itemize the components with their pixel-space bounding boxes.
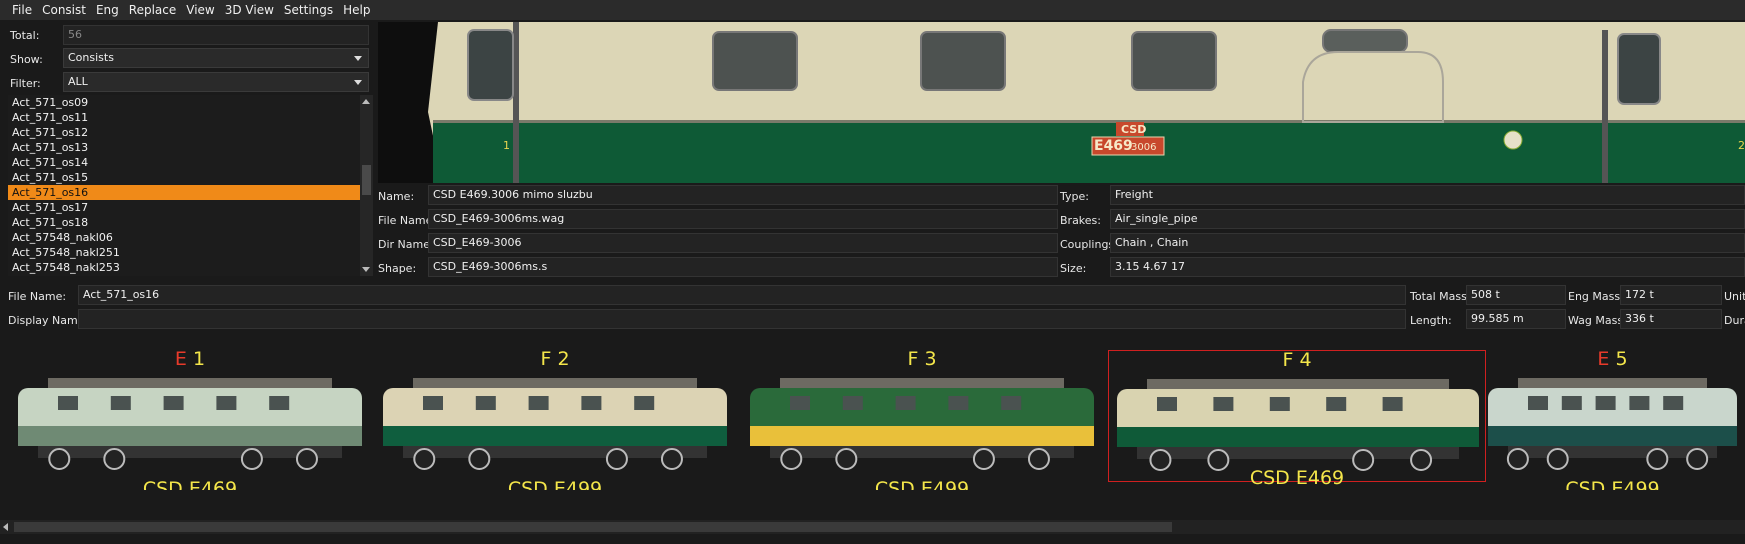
wag-mass-field: 336 t — [1620, 309, 1722, 329]
consist-unit-name: CSD E499 — [1565, 478, 1660, 490]
list-item[interactable]: Act_571_os15 — [8, 170, 365, 185]
show-dropdown-value: Consists — [68, 51, 114, 64]
consist-file-field[interactable]: Act_571_os16 — [78, 285, 1406, 305]
list-item[interactable]: Act_571_os16 — [8, 185, 365, 200]
menu-view[interactable]: View — [186, 3, 214, 17]
wagon-shape-label: Shape: — [378, 262, 417, 275]
consist-unit-code: E 1 — [10, 348, 370, 370]
wagon-3d-preview[interactable]: CSD E469 3006 1 2 — [378, 22, 1745, 183]
consist-unit-code: F 3 — [742, 348, 1102, 370]
consist-unit-prefix: E — [1597, 348, 1610, 370]
list-item[interactable]: Act_571_os11 — [8, 110, 365, 125]
wagon-size-label: Size: — [1060, 262, 1087, 275]
menu-3d-view[interactable]: 3D View — [225, 3, 274, 17]
consist-unit-prefix: E — [174, 348, 187, 370]
wagon-dir-label: Dir Name: — [378, 238, 434, 251]
preview-door-number-right: 2 — [1738, 139, 1745, 152]
consist-unit-code: F 4 — [1109, 349, 1485, 371]
locomotive-preview-graphic — [378, 22, 1745, 183]
consist-unit-name: CSD E499 — [874, 478, 970, 490]
consist-unit-number: 5 — [1615, 348, 1628, 370]
consist-strip-scrollbar[interactable] — [0, 520, 1745, 534]
scroll-up-icon[interactable] — [362, 99, 370, 104]
menu-file[interactable]: File — [12, 3, 32, 17]
consist-unit-prefix: F — [907, 348, 919, 370]
wagon-type-field: Freight — [1110, 185, 1745, 205]
total-label: Total: — [10, 29, 40, 42]
consist-unit-prefix: F — [540, 348, 552, 370]
list-item[interactable]: Act_571_os12 — [8, 125, 365, 140]
consist-unit-number: 2 — [557, 348, 570, 370]
consist-unit[interactable]: E 1 CSD E469 — [10, 338, 370, 490]
menu-bar: File Consist Eng Replace View 3D View Se… — [0, 0, 1745, 20]
list-item[interactable]: Act_57548_nakl253 — [8, 260, 365, 275]
list-item[interactable]: Act_571_os09 — [8, 95, 365, 110]
consist-unit-code: F 2 — [375, 348, 735, 370]
filter-dropdown-value: ALL — [68, 75, 88, 88]
filter-dropdown[interactable]: ALL — [63, 72, 369, 92]
preview-number-plate: E469 — [1094, 138, 1133, 154]
consist-file-label: File Name: — [8, 290, 67, 303]
consist-display-label: Display Name: — [8, 314, 89, 327]
consist-unit-name: CSD E469 — [142, 478, 238, 490]
wagon-file-field: CSD_E469-3006ms.wag — [428, 209, 1058, 229]
length-label: Length: — [1410, 314, 1452, 327]
total-mass-label: Total Mass: — [1410, 290, 1471, 303]
wagon-dir-field: CSD_E469-3006 — [428, 233, 1058, 253]
unit-label: Unit — [1724, 290, 1745, 303]
menu-consist[interactable]: Consist — [42, 3, 86, 17]
preview-logo: CSD — [1121, 123, 1147, 136]
consist-unit[interactable]: E 5 CSD E499 — [1480, 338, 1745, 490]
horizontal-scroll-thumb[interactable] — [14, 522, 1172, 532]
show-dropdown[interactable]: Consists — [63, 48, 369, 68]
total-mass-field: 508 t — [1466, 285, 1566, 305]
eng-mass-label: Eng Mass: — [1568, 290, 1624, 303]
wagon-brakes-label: Brakes: — [1060, 214, 1101, 227]
list-item[interactable]: Act_57548_nakl06 — [8, 230, 365, 245]
wag-mass-label: Wag Mass: — [1568, 314, 1627, 327]
consist-unit[interactable]: F 4 CSD E469 — [1108, 349, 1486, 489]
consist-list[interactable]: Act_571_os09 Act_571_os11 Act_571_os12 Act_… — [8, 95, 365, 276]
wagon-brakes-field: Air_single_pipe — [1110, 209, 1745, 229]
preview-door-number-left: 1 — [503, 139, 510, 152]
consist-unit-prefix: F — [1282, 349, 1294, 371]
scroll-left-icon[interactable] — [3, 523, 8, 531]
length-field: 99.585 m — [1466, 309, 1566, 329]
list-item[interactable]: Act_571_os18 — [8, 215, 365, 230]
consist-unit[interactable]: F 2 CSD E499 — [375, 338, 735, 490]
consist-list-scrollbar[interactable] — [360, 95, 373, 276]
consist-unit-number: 4 — [1299, 349, 1312, 371]
preview-number-small: 3006 — [1131, 142, 1157, 153]
consist-unit-name: CSD E469 — [1249, 467, 1345, 489]
filter-label: Filter: — [10, 77, 41, 90]
eng-mass-field: 172 t — [1620, 285, 1722, 305]
consist-unit-number: 1 — [192, 348, 206, 370]
wagon-type-label: Type: — [1060, 190, 1089, 203]
menu-help[interactable]: Help — [343, 3, 370, 17]
consist-unit-name: CSD E499 — [507, 478, 603, 490]
scroll-thumb[interactable] — [362, 165, 371, 195]
show-label: Show: — [10, 53, 43, 66]
consist-unit-number: 3 — [924, 348, 937, 370]
menu-settings[interactable]: Settings — [284, 3, 333, 17]
list-item[interactable]: Act_57548_nakl251 — [8, 245, 365, 260]
wagon-shape-field: CSD_E469-3006ms.s — [428, 257, 1058, 277]
consist-strip[interactable]: E 1 CSD E469 F 2 CSD E499 F 3 CSD E499 F 4 CSD … — [0, 338, 1745, 490]
wagon-name-field: CSD E469.3006 mimo sluzbu — [428, 185, 1058, 205]
consist-unit[interactable]: F 3 CSD E499 — [742, 338, 1102, 490]
wagon-couplings-field: Chain , Chain — [1110, 233, 1745, 253]
list-item[interactable]: Act_571_os14 — [8, 155, 365, 170]
list-item[interactable]: Act_571_os13 — [8, 140, 365, 155]
total-field: 56 — [63, 25, 369, 45]
scroll-down-icon[interactable] — [362, 267, 370, 272]
dura-label: Dura — [1724, 314, 1745, 327]
consist-unit-code: E 5 — [1480, 348, 1745, 370]
consist-display-field[interactable] — [78, 309, 1406, 329]
menu-replace[interactable]: Replace — [129, 3, 176, 17]
wagon-size-field: 3.15 4.67 17 — [1110, 257, 1745, 277]
list-item[interactable]: Act_571_os17 — [8, 200, 365, 215]
wagon-name-label: Name: — [378, 190, 415, 203]
menu-eng[interactable]: Eng — [96, 3, 119, 17]
